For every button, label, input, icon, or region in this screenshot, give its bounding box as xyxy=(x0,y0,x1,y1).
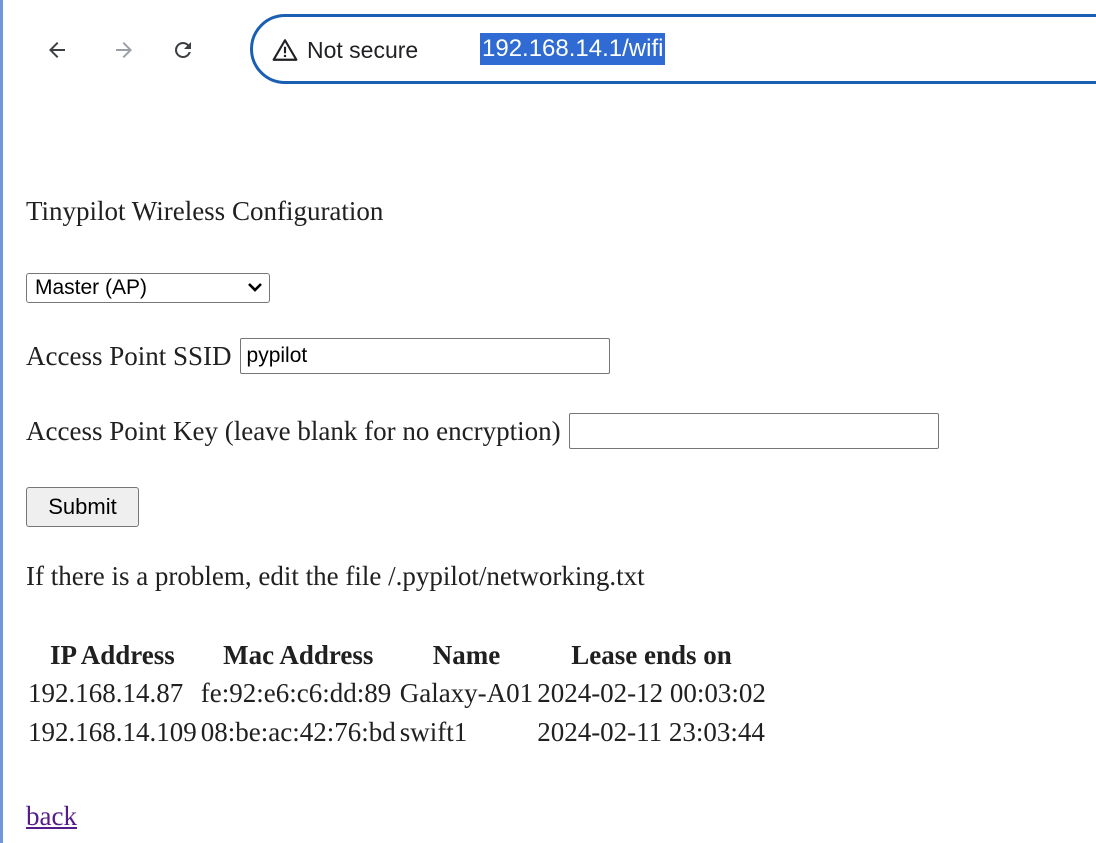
ssid-label: Access Point SSID xyxy=(26,340,232,371)
address-bar[interactable]: Not secure 192.168.14.1/wifi xyxy=(250,14,1096,84)
cell-ip: 192.168.14.87 xyxy=(28,678,184,709)
ssid-row: Access Point SSID pypilot xyxy=(26,338,610,374)
reload-button[interactable] xyxy=(163,30,203,70)
security-indicator[interactable]: Not secure xyxy=(271,34,418,66)
browser-toolbar: Not secure 192.168.14.1/wifi xyxy=(3,0,1096,108)
troubleshoot-hint: If there is a problem, edit the file /.p… xyxy=(26,561,645,591)
reload-icon xyxy=(175,42,191,58)
table-row: 192.168.14.87 fe:92:e6:c6:dd:89 Galaxy-A… xyxy=(28,677,766,709)
url-text[interactable]: 192.168.14.1/wifi xyxy=(480,33,666,65)
column-header-lease: Lease ends on xyxy=(571,640,732,670)
key-row: Access Point Key (leave blank for no enc… xyxy=(26,413,939,449)
key-label: Access Point Key (leave blank for no enc… xyxy=(26,415,561,446)
mode-select-value: Master (AP) xyxy=(35,276,148,300)
cell-name: Galaxy-A01 xyxy=(399,678,534,709)
column-header-mac: Mac Address xyxy=(223,640,374,670)
table-header-row: IP Address Mac Address Name Lease ends o… xyxy=(28,639,766,671)
page-title: Tinypilot Wireless Configuration xyxy=(26,196,384,226)
security-label: Not secure xyxy=(307,36,419,63)
ssid-input-value: pypilot xyxy=(246,344,308,368)
back-button[interactable] xyxy=(37,30,77,70)
cell-mac: fe:92:e6:c6:dd:89 xyxy=(200,678,392,709)
mode-select[interactable]: Master (AP) xyxy=(26,273,270,303)
cell-mac: 08:be:ac:42:76:bd xyxy=(200,716,396,747)
arrow-left-icon xyxy=(49,42,65,58)
forward-button[interactable] xyxy=(104,30,144,70)
cell-lease-end: 2024-02-12 00:03:02 xyxy=(537,678,766,709)
key-input[interactable] xyxy=(568,413,939,449)
dhcp-leases-table: IP Address Mac Address Name Lease ends o… xyxy=(24,633,770,754)
ssid-input[interactable]: pypilot xyxy=(239,338,610,374)
cell-lease-end: 2024-02-11 23:03:44 xyxy=(537,716,765,747)
warning-triangle-icon xyxy=(272,39,298,61)
submit-button[interactable]: Submit xyxy=(26,487,139,527)
chevron-down-icon xyxy=(247,276,263,304)
cell-name: swift1 xyxy=(399,716,468,747)
cell-ip: 192.168.14.109 xyxy=(28,716,197,747)
table-row: 192.168.14.109 08:be:ac:42:76:bd swift1 … xyxy=(28,716,766,748)
column-header-name: Name xyxy=(432,640,501,670)
back-link[interactable]: back xyxy=(26,800,77,832)
arrow-right-icon xyxy=(116,42,132,58)
column-header-ip: IP Address xyxy=(49,640,175,670)
window-left-edge xyxy=(0,0,3,843)
